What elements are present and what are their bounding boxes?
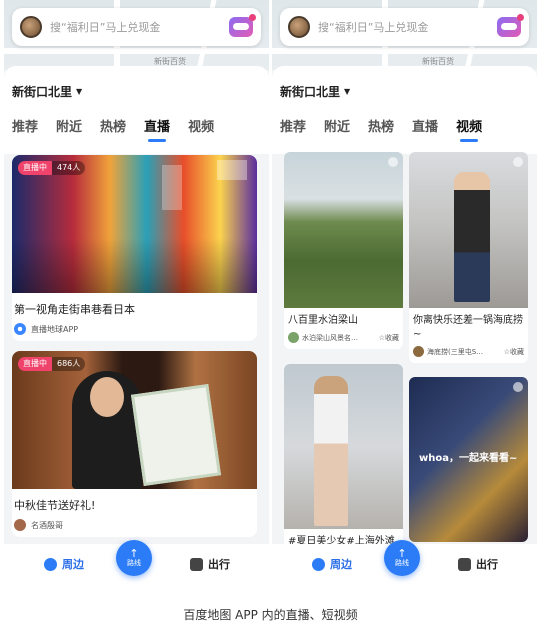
nav-label: 出行: [476, 558, 498, 571]
live-badge: 直播中 686人: [18, 357, 86, 371]
avatar[interactable]: [20, 16, 42, 38]
tab-recommend[interactable]: 推荐: [12, 116, 38, 135]
nav-label: 出行: [208, 558, 230, 571]
favorite-label: 收藏: [510, 347, 524, 356]
avatar: [288, 332, 299, 343]
search-input[interactable]: 搜“福利日”马上兑现金: [318, 19, 497, 35]
tab-nearby[interactable]: 附近: [56, 116, 82, 135]
nav-label: 周边: [62, 558, 84, 571]
assistant-icon[interactable]: [229, 14, 256, 37]
video-thumbnail: [409, 152, 528, 308]
video-card[interactable]: #夏日美少女#上海外滩: [284, 364, 403, 551]
search-bar[interactable]: 搜“福利日”马上兑现金: [12, 8, 261, 46]
assistant-icon[interactable]: [497, 14, 524, 37]
search-bar[interactable]: 搜“福利日”马上兑现金: [280, 8, 529, 46]
tab-video[interactable]: 视频: [188, 116, 214, 135]
live-thumbnail: 直播中 474人: [12, 155, 257, 293]
favorite-button[interactable]: ☆收藏: [504, 347, 524, 357]
card-title: 第一视角走街串巷看日本: [14, 303, 135, 316]
live-label: 直播中: [18, 161, 52, 175]
arrow-up-icon: ↑: [129, 547, 139, 560]
route-button[interactable]: ↑ 路线: [384, 540, 420, 576]
left-screen: 新街百货 搜“福利日”马上兑现金 新街口北里 ▼ 推荐 附近 热榜 直播 视频 …: [4, 0, 269, 590]
right-screen: 新街百货 搜“福利日”马上兑现金 新街口北里 ▼ 推荐 附近 热榜 直播 视频 …: [272, 0, 537, 590]
feed-tabs: 推荐 附近 热榜 直播 视频: [12, 116, 232, 142]
video-card[interactable]: 八百里水泊梁山 水泊梁山风景名… ☆收藏: [284, 152, 403, 349]
video-thumbnail: whoa，一起来看看~: [409, 377, 528, 542]
favorite-label: 收藏: [385, 333, 399, 342]
arrow-up-icon: ↑: [397, 547, 407, 560]
video-card[interactable]: 你离快乐还差一锅海底捞~ 海底捞(三里屯S… ☆收藏: [409, 152, 528, 363]
globe-icon: [14, 323, 26, 335]
route-label: 路线: [395, 559, 409, 567]
video-thumbnail: [284, 152, 403, 308]
play-icon: [513, 157, 523, 167]
tab-hot[interactable]: 热榜: [100, 116, 126, 135]
nav-label: 周边: [330, 558, 352, 571]
feed-tabs: 推荐 附近 热榜 直播 视频: [280, 116, 500, 142]
feed-header: 新街口北里 ▼ 推荐 附近 热榜 直播 视频: [272, 66, 537, 154]
video-meta: 水泊梁山风景名… ☆收藏: [284, 330, 403, 349]
video-card[interactable]: whoa，一起来看看~: [409, 377, 528, 542]
nav-chuxing[interactable]: 出行: [458, 556, 498, 572]
nav-zhoubian[interactable]: 周边: [44, 556, 84, 572]
live-thumbnail: 直播中 686人: [12, 351, 257, 489]
video-source: 水泊梁山风景名…: [302, 333, 358, 342]
card-source: 直播地球APP: [14, 323, 255, 335]
nav-chuxing[interactable]: 出行: [190, 556, 230, 572]
avatar[interactable]: [288, 16, 310, 38]
tab-video[interactable]: 视频: [456, 116, 482, 142]
location-name: 新街口北里: [12, 85, 73, 99]
route-label: 路线: [127, 559, 141, 567]
source-name: 名酒殷哥: [31, 520, 63, 530]
caret-down-icon: ▼: [76, 87, 83, 96]
hexagon-icon: [44, 557, 57, 571]
feed-header: 新街口北里 ▼ 推荐 附近 热榜 直播 视频: [4, 66, 269, 154]
tab-hot[interactable]: 热榜: [368, 116, 394, 135]
source-name: 直播地球APP: [31, 324, 79, 334]
tab-live[interactable]: 直播: [144, 116, 170, 142]
video-thumbnail: [284, 364, 403, 529]
chevrons-icon: [458, 557, 471, 571]
location-selector[interactable]: 新街口北里 ▼: [12, 83, 82, 100]
location-selector[interactable]: 新街口北里 ▼: [280, 83, 350, 100]
bottom-nav: 周边 ↑ 路线 出行: [4, 540, 269, 590]
video-source: 海底捞(三里屯S…: [427, 347, 484, 356]
video-meta: 海底捞(三里屯S… ☆收藏: [409, 344, 528, 363]
hexagon-icon: [312, 557, 325, 571]
live-label: 直播中: [18, 357, 52, 371]
video-overlay-text: whoa，一起来看看~: [419, 453, 518, 464]
tab-recommend[interactable]: 推荐: [280, 116, 306, 135]
play-icon: [388, 157, 398, 167]
tab-nearby[interactable]: 附近: [324, 116, 350, 135]
play-icon: [513, 382, 523, 392]
video-title: 八百里水泊梁山: [288, 315, 358, 326]
viewer-count: 686人: [52, 357, 86, 371]
search-input[interactable]: 搜“福利日”马上兑现金: [50, 19, 229, 35]
video-title: 你离快乐还差一锅海底捞~: [413, 315, 523, 340]
card-title: 中秋佳节送好礼!: [14, 499, 96, 512]
avatar: [14, 519, 26, 531]
viewer-count: 474人: [52, 161, 86, 175]
favorite-button[interactable]: ☆收藏: [379, 333, 399, 343]
live-card[interactable]: 直播中 686人 中秋佳节送好礼! 名酒殷哥: [12, 351, 257, 537]
card-source: 名酒殷哥: [14, 519, 255, 531]
bottom-nav: 周边 ↑ 路线 出行: [272, 540, 537, 590]
figure-caption: 百度地图 APP 内的直播、短视频: [183, 608, 358, 622]
nav-zhoubian[interactable]: 周边: [312, 556, 352, 572]
avatar: [413, 346, 424, 357]
location-name: 新街口北里: [280, 85, 341, 99]
live-card[interactable]: 直播中 474人 第一视角走街串巷看日本 直播地球APP: [12, 155, 257, 341]
caret-down-icon: ▼: [344, 87, 351, 96]
route-button[interactable]: ↑ 路线: [116, 540, 152, 576]
live-badge: 直播中 474人: [18, 161, 86, 175]
tab-live[interactable]: 直播: [412, 116, 438, 135]
chevrons-icon: [190, 557, 203, 571]
